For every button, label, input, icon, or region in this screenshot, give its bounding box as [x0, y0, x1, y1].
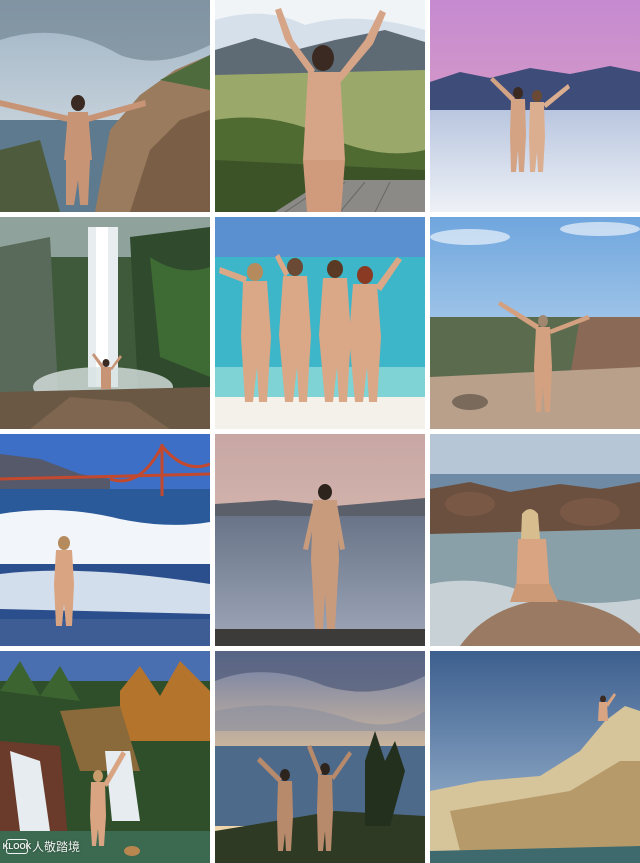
dusk-lake-image [215, 434, 425, 646]
photo-tile-cliff-ocean[interactable] [0, 0, 210, 212]
autumn-waterfall-image [0, 651, 210, 863]
tide-pools-image [430, 434, 640, 646]
photo-tile-tide-pools[interactable] [430, 434, 640, 646]
photo-tile-mountain-valley[interactable] [215, 0, 425, 212]
golden-gate-beach-image [0, 434, 210, 646]
photo-collage-grid [0, 0, 640, 863]
photo-tile-salt-flat[interactable] [430, 0, 640, 212]
photo-tile-dusk-lake[interactable] [215, 434, 425, 646]
tropical-beach-image [215, 217, 425, 429]
canyon-overlook-image [430, 217, 640, 429]
watermark-text: 人敬踏境 [32, 840, 81, 854]
sunset-headland-image [215, 651, 425, 863]
salt-flat-image [430, 0, 640, 212]
watermark: KLOOK 人敬踏境 [3, 838, 81, 855]
photo-tile-jungle-waterfall[interactable] [0, 217, 210, 429]
photo-tile-tropical-beach[interactable] [215, 217, 425, 429]
photo-tile-canyon-overlook[interactable] [430, 217, 640, 429]
klook-logo-icon: KLOOK [3, 839, 31, 854]
photo-tile-autumn-waterfall[interactable] [0, 651, 210, 863]
photo-tile-sunset-headland[interactable] [215, 651, 425, 863]
sea-cliff-image [430, 651, 640, 863]
photo-tile-golden-gate-beach[interactable] [0, 434, 210, 646]
photo-tile-sea-cliff[interactable] [430, 651, 640, 863]
jungle-waterfall-image [0, 217, 210, 429]
cliff-ocean-image [0, 0, 210, 212]
mountain-valley-image [215, 0, 425, 212]
